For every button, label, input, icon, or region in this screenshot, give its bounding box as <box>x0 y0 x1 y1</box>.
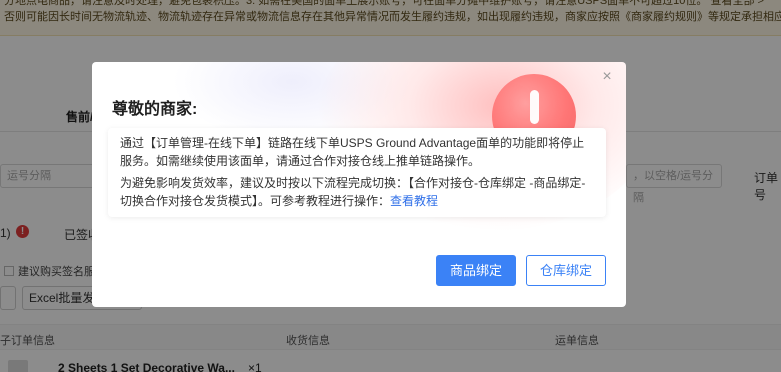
dialog-message: 通过【订单管理-在线下单】链路在线下单USPS Ground Advantage… <box>108 128 606 217</box>
product-binding-button[interactable]: 商品绑定 <box>436 255 516 286</box>
close-icon[interactable]: × <box>600 69 614 85</box>
warehouse-binding-button[interactable]: 仓库绑定 <box>526 255 606 286</box>
message-paragraph-2-text: 为避免影响发货效率，建议及时按以下流程完成切换：【合作对接仓-仓库绑定 -商品绑… <box>120 176 586 208</box>
view-tutorial-link[interactable]: 查看教程 <box>390 194 438 208</box>
message-paragraph-2: 为避免影响发货效率，建议及时按以下流程完成切换：【合作对接仓-仓库绑定 -商品绑… <box>120 174 596 210</box>
notice-dialog: × 尊敬的商家: 通过【订单管理-在线下单】链路在线下单USPS Ground … <box>92 62 626 307</box>
message-paragraph-1: 通过【订单管理-在线下单】链路在线下单USPS Ground Advantage… <box>120 136 585 168</box>
dialog-title: 尊敬的商家: <box>112 101 198 118</box>
